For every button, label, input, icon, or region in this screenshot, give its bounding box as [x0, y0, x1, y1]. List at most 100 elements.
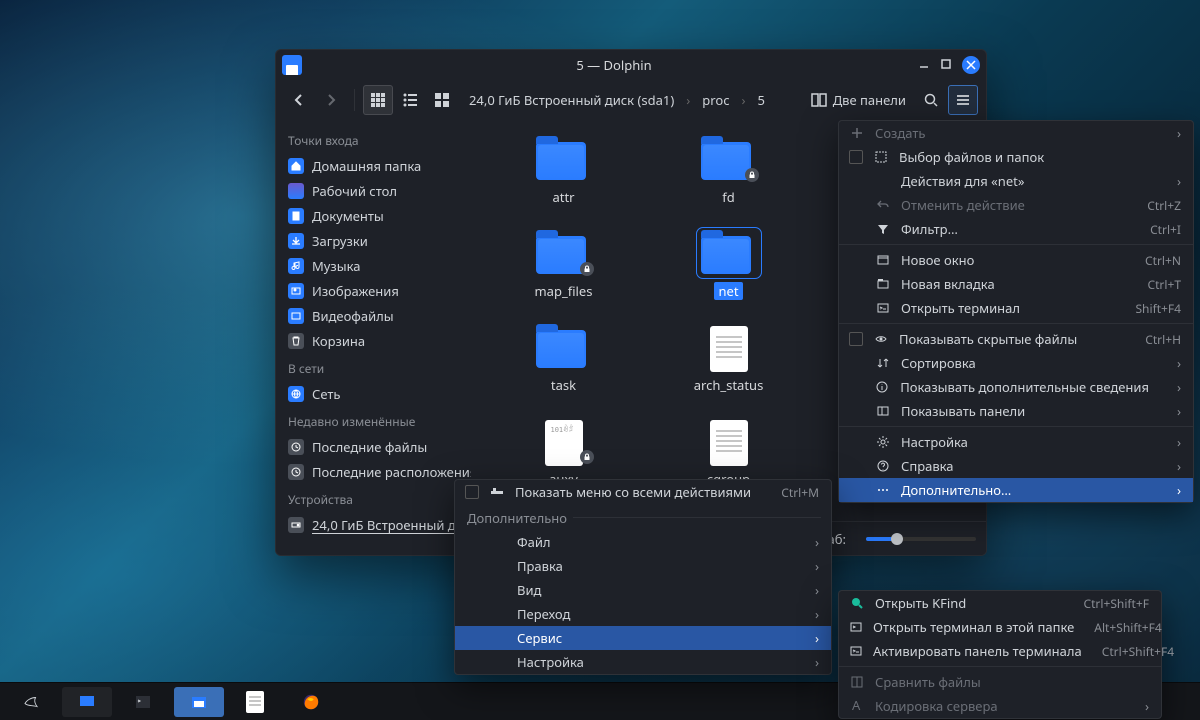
- place-internal-disk[interactable]: 24,0 ГиБ Встроенный диск (sda1): [280, 513, 467, 537]
- menu-extra-info[interactable]: Показывать дополнительные сведения: [839, 375, 1193, 399]
- disk-icon: [288, 517, 304, 533]
- breadcrumb[interactable]: 24,0 ГиБ Встроенный диск (sda1) › proc ›…: [469, 91, 765, 109]
- plus-icon: [849, 126, 865, 140]
- clock-icon: [288, 464, 304, 480]
- menu-compare-files[interactable]: Сравнить файлы: [839, 670, 1161, 694]
- place-recent-files[interactable]: Последние файлы: [280, 435, 467, 459]
- checkbox-icon: [849, 332, 863, 346]
- submenu-header: Дополнительно: [455, 504, 831, 530]
- submenu-tools[interactable]: Сервис: [455, 626, 831, 650]
- menu-sorting[interactable]: Сортировка: [839, 351, 1193, 375]
- icons-view-button[interactable]: [363, 85, 393, 115]
- menu-help[interactable]: Справка: [839, 454, 1193, 478]
- breadcrumb-disk[interactable]: 24,0 ГиБ Встроенный диск (sda1): [469, 91, 674, 109]
- place-trash[interactable]: Корзина: [280, 329, 467, 353]
- documents-icon: [288, 208, 304, 224]
- split-view-label: Две панели: [833, 91, 906, 109]
- info-icon: [875, 380, 891, 394]
- maximize-button[interactable]: [940, 56, 952, 74]
- folder-icon: [701, 142, 751, 180]
- menu-open-terminal[interactable]: Открыть терминалShift+F4: [839, 296, 1193, 320]
- task-dolphin[interactable]: [174, 687, 224, 717]
- compact-view-button[interactable]: [395, 85, 425, 115]
- file-item[interactable]: map_files: [489, 232, 639, 326]
- pictures-icon: [288, 283, 304, 299]
- titlebar[interactable]: 5 — Dolphin: [276, 50, 986, 80]
- menu-terminal-panel[interactable]: Активировать панель терминалаCtrl+Shift+…: [839, 639, 1161, 663]
- menu-kfind[interactable]: Открыть KFindCtrl+Shift+F: [839, 591, 1161, 615]
- hamburger-menu: Создать Выбор файлов и папок Действия дл…: [838, 120, 1194, 503]
- submenu-go[interactable]: Переход: [455, 602, 831, 626]
- place-pictures[interactable]: Изображения: [280, 279, 467, 303]
- tools-submenu: Открыть KFindCtrl+Shift+F Открыть термин…: [838, 590, 1162, 719]
- forward-button[interactable]: [316, 85, 346, 115]
- file-item[interactable]: net: [654, 232, 804, 326]
- place-music[interactable]: Музыка: [280, 254, 467, 278]
- place-desktop[interactable]: Рабочий стол: [280, 179, 467, 203]
- undo-icon: [875, 198, 891, 212]
- menu-new-window[interactable]: Новое окноCtrl+N: [839, 248, 1193, 272]
- places-header-network: В сети: [280, 354, 467, 381]
- place-network[interactable]: Сеть: [280, 382, 467, 406]
- minimize-button[interactable]: [918, 56, 930, 74]
- task-firefox[interactable]: [286, 687, 336, 717]
- places-header-recent: Недавно изменённые: [280, 407, 467, 434]
- file-item[interactable]: task: [489, 326, 639, 420]
- terminal-icon: [849, 644, 863, 658]
- menu-show-all-actions[interactable]: Показать меню со всеми действиямиCtrl+M: [455, 480, 831, 504]
- back-button[interactable]: [284, 85, 314, 115]
- split-view-button[interactable]: Две панели: [803, 85, 914, 115]
- places-header-devices: Устройства: [280, 485, 467, 512]
- place-home[interactable]: Домашняя папка: [280, 154, 467, 178]
- submenu-edit[interactable]: Правка: [455, 554, 831, 578]
- breadcrumb-proc[interactable]: proc: [702, 91, 729, 109]
- submenu-file[interactable]: Файл: [455, 530, 831, 554]
- place-documents[interactable]: Документы: [280, 204, 467, 228]
- downloads-icon: [288, 233, 304, 249]
- file-icon: [246, 691, 264, 713]
- submenu-settings[interactable]: Настройка: [455, 650, 831, 674]
- menu-create[interactable]: Создать: [839, 121, 1193, 145]
- menu-terminal-here[interactable]: Открыть терминал в этой папкеAlt+Shift+F…: [839, 615, 1161, 639]
- folder-icon: [536, 142, 586, 180]
- zoom-slider[interactable]: [866, 537, 976, 541]
- file-item[interactable]: fd: [654, 138, 804, 232]
- menu-new-tab[interactable]: Новая вкладкаCtrl+T: [839, 272, 1193, 296]
- folder-icon: [536, 330, 586, 368]
- place-downloads[interactable]: Загрузки: [280, 229, 467, 253]
- task-show-desktop[interactable]: [62, 687, 112, 717]
- details-view-button[interactable]: [427, 85, 457, 115]
- menu-server-encoding[interactable]: AКодировка сервера: [839, 694, 1161, 718]
- task-text-editor[interactable]: [230, 687, 280, 717]
- lock-icon: [745, 168, 759, 182]
- place-videos[interactable]: Видеофайлы: [280, 304, 467, 328]
- toolbar: 24,0 ГиБ Встроенный диск (sda1) › proc ›…: [276, 80, 986, 120]
- task-terminal[interactable]: [118, 687, 168, 717]
- menu-settings[interactable]: Настройка: [839, 430, 1193, 454]
- place-recent-locations[interactable]: Последние расположения: [280, 460, 467, 484]
- terminal-icon: [849, 620, 863, 634]
- menu-show-hidden[interactable]: Показывать скрытые файлыCtrl+H: [839, 327, 1193, 351]
- menu-panels[interactable]: Показывать панели: [839, 399, 1193, 423]
- videos-icon: [288, 308, 304, 324]
- folder-icon: [536, 236, 586, 274]
- app-launcher-button[interactable]: [6, 687, 56, 717]
- file-item[interactable]: arch_status: [654, 326, 804, 420]
- gear-icon: [875, 435, 891, 449]
- menu-undo[interactable]: Отменить действиеCtrl+Z: [839, 193, 1193, 217]
- hamburger-menu-button[interactable]: [948, 85, 978, 115]
- menu-actions-for[interactable]: Действия для «net»: [839, 169, 1193, 193]
- file-item[interactable]: attr: [489, 138, 639, 232]
- breadcrumb-5[interactable]: 5: [758, 91, 765, 109]
- close-button[interactable]: [962, 56, 980, 74]
- encoding-icon: A: [849, 699, 865, 713]
- more-submenu: Показать меню со всеми действиямиCtrl+M …: [454, 479, 832, 675]
- submenu-view[interactable]: Вид: [455, 578, 831, 602]
- menu-more[interactable]: Дополнительно…: [839, 478, 1193, 502]
- menu-filter[interactable]: Фильтр…Ctrl+I: [839, 217, 1193, 241]
- trash-icon: [288, 333, 304, 349]
- search-button[interactable]: [916, 85, 946, 115]
- lock-icon: [580, 450, 594, 464]
- menu-select-files[interactable]: Выбор файлов и папок: [839, 145, 1193, 169]
- places-header-entry: Точки входа: [280, 126, 467, 153]
